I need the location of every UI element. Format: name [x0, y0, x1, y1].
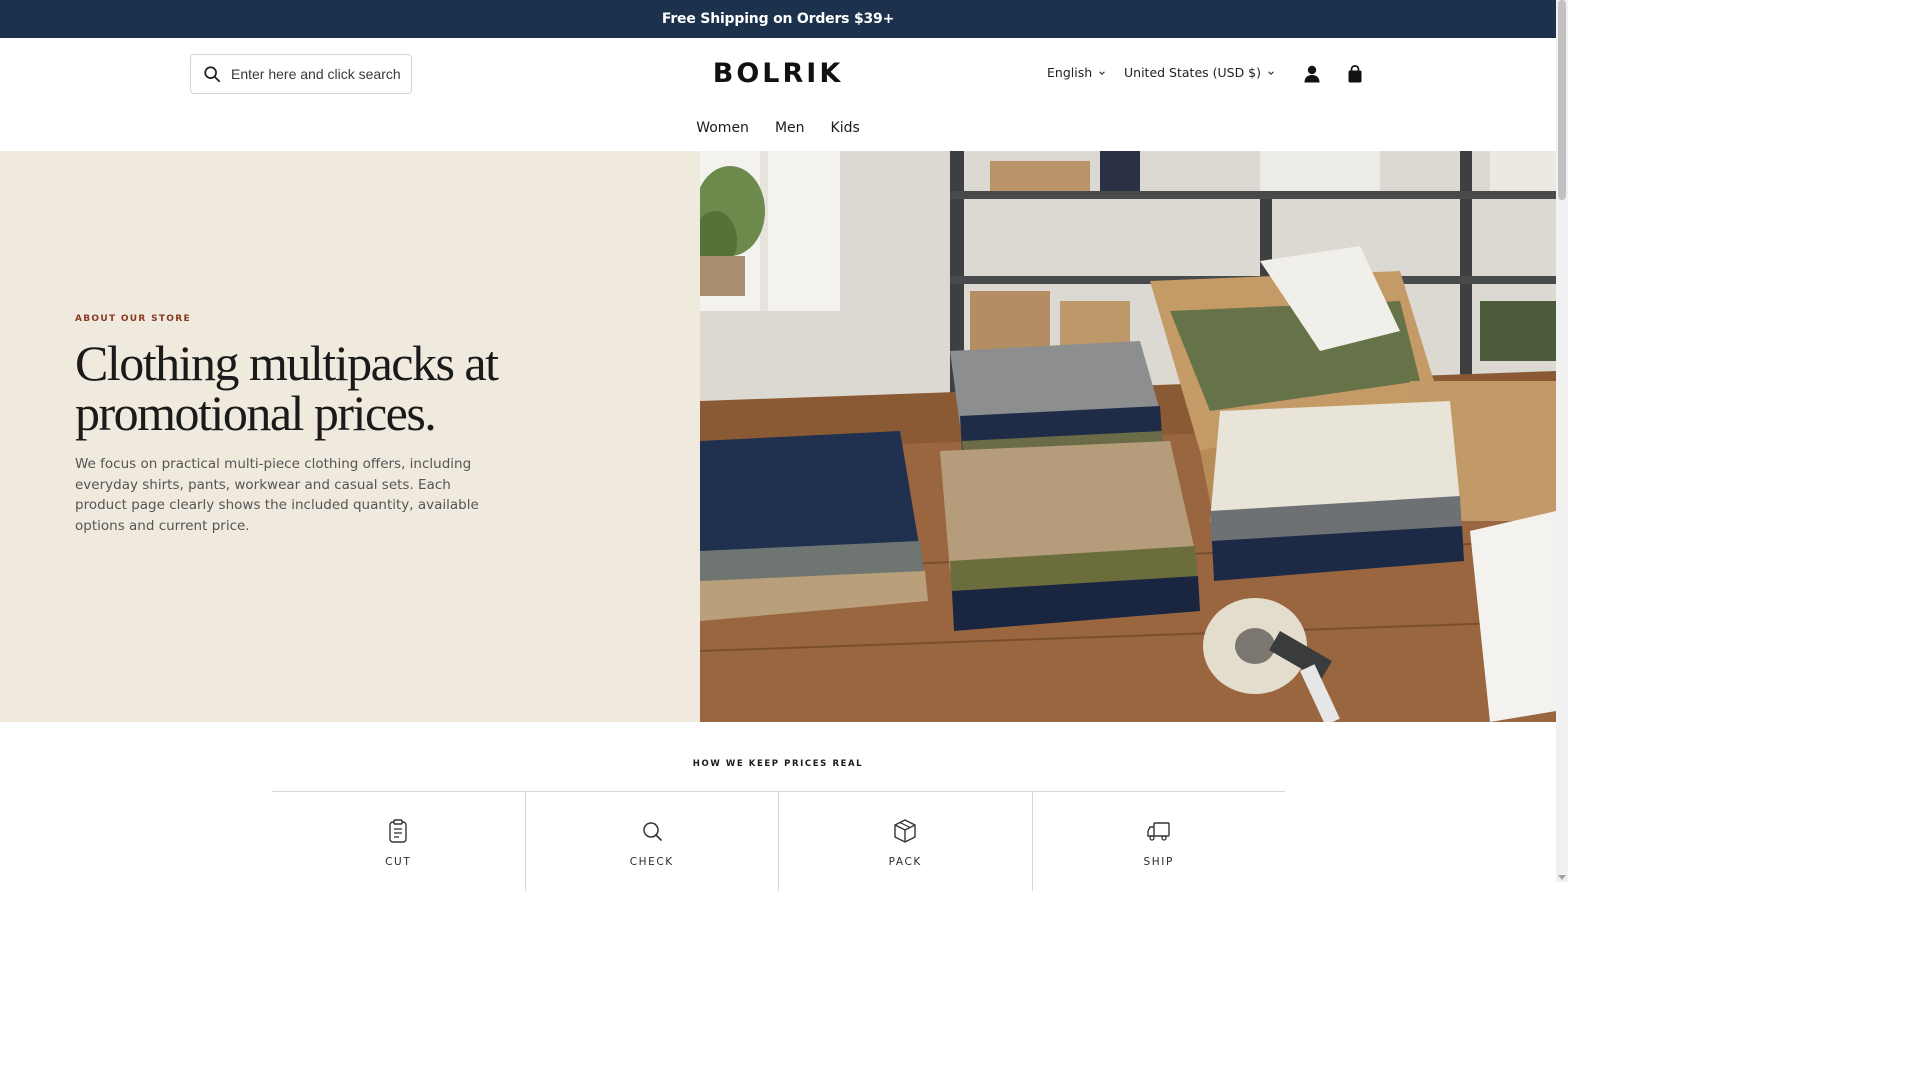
user-icon[interactable]	[1302, 64, 1322, 84]
country-label: United States (USD $)	[1124, 65, 1262, 80]
search-input[interactable]	[231, 66, 401, 82]
magnifier-icon	[643, 822, 662, 841]
step-cut: CUT	[272, 792, 525, 891]
pricing-process-section: HOW WE KEEP PRICES REAL CUT CHECK PACK S…	[0, 722, 1556, 891]
search-icon[interactable]	[203, 65, 221, 83]
hero-text-panel: ABOUT OUR STORE Clothing multipacks at p…	[0, 151, 700, 722]
step-pack: PACK	[778, 792, 1032, 891]
step-label: CUT	[385, 856, 412, 868]
clipboard-icon	[389, 819, 407, 843]
country-currency-selector[interactable]: United States (USD $)	[1124, 65, 1275, 80]
step-label: SHIP	[1143, 856, 1174, 868]
shopping-bag-icon[interactable]	[1345, 64, 1365, 84]
scroll-down-arrow-icon[interactable]	[1558, 875, 1566, 880]
scrollbar-thumb[interactable]	[1558, 0, 1566, 200]
site-header: BOLRIK English United States (USD $) Wom…	[0, 38, 1556, 151]
announcement-bar: Free Shipping on Orders $39+	[0, 0, 1556, 38]
language-label: English	[1047, 65, 1093, 80]
step-check: CHECK	[524, 792, 779, 891]
hero-section: ABOUT OUR STORE Clothing multipacks at p…	[0, 151, 1556, 722]
hero-title: Clothing multipacks at promotional price…	[75, 335, 499, 441]
search-box[interactable]	[190, 54, 412, 94]
box-icon	[894, 819, 916, 843]
page-scrollbar[interactable]	[1556, 0, 1568, 882]
hero-description: We focus on practical multi-piece clothi…	[75, 456, 479, 534]
main-nav: Women Men Kids	[0, 120, 1556, 136]
nav-item-women[interactable]: Women	[696, 120, 749, 136]
chevron-down-icon	[1099, 70, 1105, 75]
hero-image	[700, 151, 1556, 722]
step-label: CHECK	[629, 856, 674, 868]
hero-eyebrow: ABOUT OUR STORE	[75, 314, 191, 324]
folded-clothing-photo	[700, 151, 1556, 722]
step-label: PACK	[888, 856, 922, 868]
nav-item-men[interactable]: Men	[775, 120, 805, 136]
language-selector[interactable]: English	[1047, 65, 1106, 80]
nav-item-kids[interactable]: Kids	[831, 120, 860, 136]
process-steps: CUT CHECK PACK SHIP	[272, 791, 1285, 891]
section-title: HOW WE KEEP PRICES REAL	[692, 759, 864, 769]
chevron-down-icon	[1268, 70, 1274, 75]
truck-icon	[1147, 822, 1170, 841]
step-ship: SHIP	[1031, 792, 1286, 891]
store-logo[interactable]: BOLRIK	[700, 58, 856, 89]
announcement-text: Free Shipping on Orders $39+	[661, 11, 895, 27]
